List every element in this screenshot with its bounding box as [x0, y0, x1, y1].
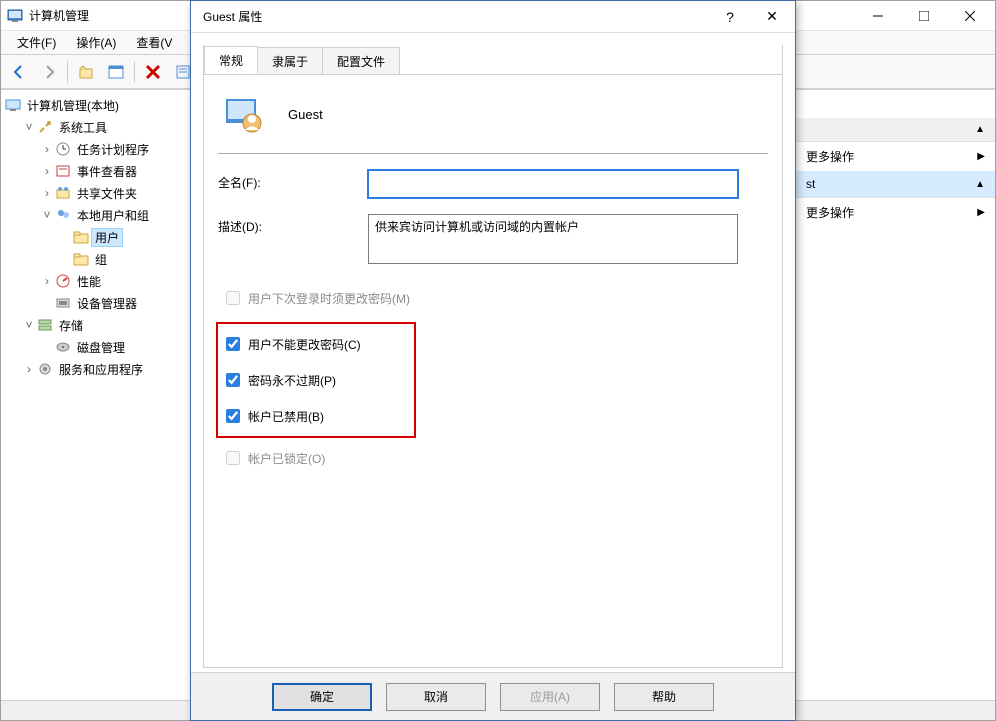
users-group-icon	[55, 207, 71, 223]
actions-header-selected[interactable]: st▲	[796, 171, 995, 198]
fullname-input[interactable]	[368, 170, 738, 198]
app-icon	[7, 8, 23, 24]
dialog-title-bar: Guest 属性 ? ✕	[191, 1, 795, 33]
tree-shared-folders[interactable]: ›共享文件夹	[41, 182, 190, 204]
share-icon	[55, 185, 71, 201]
menu-action[interactable]: 操作(A)	[66, 32, 126, 53]
dialog-title-text: Guest 属性	[203, 8, 262, 25]
tab-strip: 常规 隶属于 配置文件	[204, 45, 782, 73]
delete-button[interactable]	[141, 60, 165, 84]
actions-header-1[interactable]: ▲	[796, 118, 995, 142]
expand-icon[interactable]: ›	[41, 164, 53, 178]
computer-icon	[5, 97, 21, 113]
tools-icon	[37, 119, 53, 135]
storage-icon	[37, 317, 53, 333]
expand-icon[interactable]: ›	[41, 186, 53, 200]
tree-system-tools[interactable]: ˅ 系统工具	[23, 116, 190, 138]
tree-pane: 计算机管理(本地) ˅ 系统工具 ›任务计划程序 ›事件查看器	[1, 90, 191, 700]
tree-local-users-groups[interactable]: ˅本地用户和组	[41, 204, 190, 226]
expand-icon[interactable]: ›	[41, 274, 53, 288]
guest-properties-dialog: Guest 属性 ? ✕ 常规 隶属于 配置文件 Guest 全名(F): 描	[190, 0, 796, 721]
tree-users[interactable]: 用户	[59, 226, 190, 248]
action-more-1[interactable]: 更多操作▶	[796, 142, 995, 171]
description-label: 描述(D):	[218, 214, 368, 235]
fullname-label: 全名(F):	[218, 170, 368, 191]
checkbox-must-change-password-box	[226, 291, 240, 305]
expand-icon[interactable]: ›	[41, 142, 53, 156]
folder-icon	[73, 229, 89, 245]
chevron-up-icon: ▲	[975, 179, 985, 190]
help-dialog-button[interactable]: 帮助	[614, 683, 714, 711]
highlighted-options-box: 用户不能更改密码(C) 密码永不过期(P) 帐户已禁用(B)	[216, 322, 416, 438]
help-button[interactable]: ?	[709, 2, 751, 32]
clock-icon	[55, 141, 71, 157]
checkbox-cannot-change-password-box[interactable]	[226, 337, 240, 351]
main-title-text: 计算机管理	[29, 7, 89, 24]
disk-icon	[55, 339, 71, 355]
back-button[interactable]	[7, 60, 31, 84]
tree-groups[interactable]: 组	[59, 248, 190, 270]
checkbox-password-never-expires[interactable]: 密码永不过期(P)	[222, 362, 414, 398]
tree-root[interactable]: 计算机管理(本地)	[5, 94, 190, 116]
menu-file[interactable]: 文件(F)	[7, 32, 66, 53]
tab-profile[interactable]: 配置文件	[322, 47, 400, 74]
user-icon	[222, 93, 264, 135]
tree-device-manager[interactable]: 设备管理器	[41, 292, 190, 314]
action-more-2[interactable]: 更多操作▶	[796, 198, 995, 227]
chevron-right-icon: ▶	[977, 207, 985, 218]
dialog-button-row: 确定 取消 应用(A) 帮助	[191, 672, 795, 720]
close-button[interactable]	[947, 1, 993, 31]
tab-member-of[interactable]: 隶属于	[257, 47, 323, 74]
actions-pane: ▲ 更多操作▶ st▲ 更多操作▶	[795, 90, 995, 700]
event-icon	[55, 163, 71, 179]
separator	[218, 153, 768, 154]
tree-storage[interactable]: ˅存储	[23, 314, 190, 336]
tree-task-scheduler[interactable]: ›任务计划程序	[41, 138, 190, 160]
show-hide-tree-button[interactable]	[104, 60, 128, 84]
checkbox-account-disabled-box[interactable]	[226, 409, 240, 423]
menu-view[interactable]: 查看(V	[126, 32, 182, 53]
chevron-up-icon: ▲	[975, 124, 985, 135]
dialog-close-button[interactable]: ✕	[751, 2, 793, 32]
tree-services-apps[interactable]: ›服务和应用程序	[23, 358, 190, 380]
services-icon	[37, 361, 53, 377]
forward-button[interactable]	[37, 60, 61, 84]
tree-event-viewer[interactable]: ›事件查看器	[41, 160, 190, 182]
expand-icon[interactable]: ›	[23, 362, 35, 376]
chevron-right-icon: ▶	[977, 151, 985, 162]
minimize-button[interactable]	[855, 1, 901, 31]
collapse-icon[interactable]: ˅	[41, 208, 53, 222]
maximize-button[interactable]	[901, 1, 947, 31]
checkbox-password-never-expires-box[interactable]	[226, 373, 240, 387]
checkbox-cannot-change-password[interactable]: 用户不能更改密码(C)	[222, 326, 414, 362]
tab-general-content: Guest 全名(F): 描述(D): 用户下次登录时须更改密码(M) 用户不能…	[204, 74, 782, 486]
description-input[interactable]	[368, 214, 738, 264]
device-icon	[55, 295, 71, 311]
ok-button[interactable]: 确定	[272, 683, 372, 711]
checkbox-account-disabled[interactable]: 帐户已禁用(B)	[222, 398, 414, 434]
collapse-icon[interactable]: ˅	[23, 318, 35, 332]
cancel-button[interactable]: 取消	[386, 683, 486, 711]
user-name-label: Guest	[288, 107, 323, 122]
perf-icon	[55, 273, 71, 289]
folder-icon	[73, 251, 89, 267]
dialog-body: 常规 隶属于 配置文件 Guest 全名(F): 描述(D):	[203, 45, 783, 668]
tree-performance[interactable]: ›性能	[41, 270, 190, 292]
up-button[interactable]	[74, 60, 98, 84]
apply-button[interactable]: 应用(A)	[500, 683, 600, 711]
tree-disk-management[interactable]: 磁盘管理	[41, 336, 190, 358]
checkbox-account-locked: 帐户已锁定(O)	[222, 440, 768, 476]
checkbox-must-change-password: 用户下次登录时须更改密码(M)	[222, 280, 768, 316]
tab-general[interactable]: 常规	[204, 46, 258, 74]
collapse-icon[interactable]: ˅	[23, 120, 35, 134]
checkbox-account-locked-box	[226, 451, 240, 465]
